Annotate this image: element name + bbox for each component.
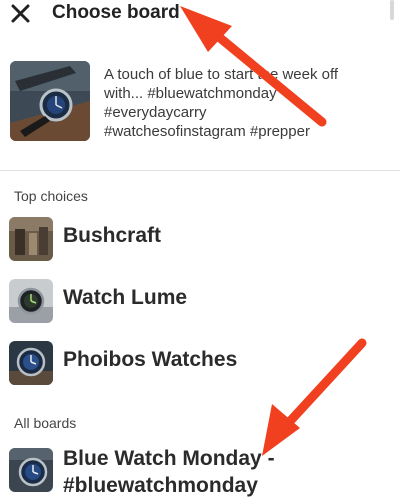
close-button[interactable] — [8, 2, 34, 26]
board-name: Bushcraft — [63, 224, 162, 247]
board-name-line: #bluewatchmonday — [63, 474, 258, 497]
board-name-line: Blue Watch Monday - — [63, 447, 275, 470]
pin-description-line: A touch of blue to start the week off — [104, 66, 339, 83]
board-item-blue-watch-monday[interactable]: Blue Watch Monday - #bluewatchmonday — [0, 443, 400, 499]
pin-description-line: #everydaycarry — [104, 104, 207, 121]
board-item-watch-lume[interactable]: Watch Lume — [0, 274, 400, 330]
pin-description-line: with... #bluewatchmonday — [104, 85, 277, 102]
board-thumbnail — [9, 217, 53, 261]
pin-description-line: #watchesofinstagram #prepper — [104, 123, 310, 140]
close-icon — [11, 4, 30, 23]
header: Choose board — [0, 0, 400, 30]
all-boards-label: All boards — [14, 415, 77, 431]
pin-description: A touch of blue to start the week off wi… — [104, 65, 394, 141]
board-name: Phoibos Watches — [63, 348, 238, 371]
pin-image — [10, 61, 90, 141]
choose-board-screen: Choose board A touch of blue to start th… — [0, 0, 400, 500]
pin-preview: A touch of blue to start the week off wi… — [0, 50, 400, 150]
board-item-phoibos-watches[interactable]: Phoibos Watches — [0, 336, 400, 392]
board-name: Watch Lume — [63, 286, 188, 309]
board-thumbnail — [9, 448, 53, 492]
board-name: Blue Watch Monday - #bluewatchmonday — [63, 445, 275, 499]
scrollbar[interactable] — [390, 0, 394, 20]
divider — [0, 170, 400, 171]
top-choices-label: Top choices — [14, 188, 88, 204]
board-thumbnail — [9, 279, 53, 323]
page-title: Choose board — [52, 2, 180, 23]
board-item-bushcraft[interactable]: Bushcraft — [0, 212, 400, 268]
board-thumbnail — [9, 341, 53, 385]
